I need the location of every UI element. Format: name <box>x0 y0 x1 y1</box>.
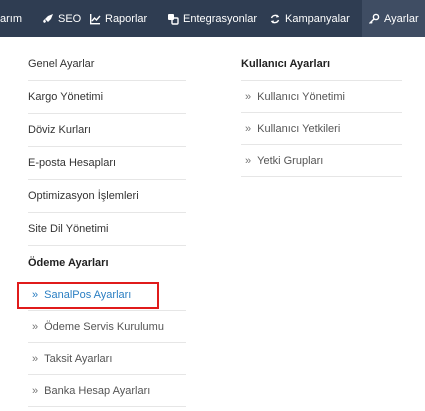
submenu-item-taksit-ayarlari[interactable]: » Taksit Ayarları <box>28 343 186 375</box>
menu-item-optimizasyon-islemleri[interactable]: Optimizasyon İşlemleri <box>28 180 186 213</box>
chevron-right-icon: » <box>245 154 252 167</box>
nav-item-entegrasyonlar[interactable]: Entegrasyonlar <box>167 0 257 37</box>
nav-item-label: SEO <box>58 12 82 25</box>
rocket-icon <box>42 13 54 25</box>
nav-item-label: Entegrasyonlar <box>183 12 257 25</box>
nav-item-label: Kampanyalar <box>285 12 350 25</box>
chevron-right-icon: » <box>32 352 39 365</box>
menu-header-kullanici-ayarlari: Kullanıcı Ayarları <box>241 48 402 81</box>
integration-icon <box>167 13 179 25</box>
submenu-item-label: Kullanıcı Yetkileri <box>257 122 341 135</box>
menu-item-genel-ayarlar[interactable]: Genel Ayarlar <box>28 48 186 81</box>
nav-item-kampanyalar[interactable]: Kampanyalar <box>269 0 350 37</box>
submenu-item-banka-hesap-ayarlari[interactable]: » Banka Hesap Ayarları <box>28 375 186 407</box>
submenu-item-label: Banka Hesap Ayarları <box>44 384 151 397</box>
chevron-right-icon: » <box>245 90 252 103</box>
menu-item-label: Genel Ayarlar <box>28 58 95 70</box>
submenu-item-label: Taksit Ayarları <box>44 352 113 365</box>
selection-highlight-box <box>17 282 159 309</box>
menu-item-label: Döviz Kurları <box>28 124 91 136</box>
settings-menu-left-column: Genel Ayarlar Kargo Yönetimi Döviz Kurla… <box>28 48 186 407</box>
menu-group-odeme-ayarlari[interactable]: Ödeme Ayarları <box>28 246 186 279</box>
key-icon <box>368 13 380 25</box>
nav-item-label: Raporlar <box>105 12 148 25</box>
nav-item-ayarlar[interactable]: Ayarlar <box>362 0 425 37</box>
menu-item-label: E-posta Hesapları <box>28 157 117 169</box>
submenu-item-label: Kullanıcı Yönetimi <box>257 90 345 103</box>
nav-item-seo[interactable]: SEO <box>42 0 81 37</box>
chevron-right-icon: » <box>32 320 39 333</box>
menu-group-label: Ödeme Ayarları <box>28 256 109 269</box>
submenu-item-odeme-servis-kurulumu[interactable]: » Ödeme Servis Kurulumu <box>28 311 186 343</box>
submenu-item-label: Ödeme Servis Kurulumu <box>44 320 164 333</box>
submenu-item-kullanici-yetkileri[interactable]: » Kullanıcı Yetkileri <box>241 113 402 145</box>
settings-menu-right-column: Kullanıcı Ayarları » Kullanıcı Yönetimi … <box>241 48 402 177</box>
menu-item-label: Kargo Yönetimi <box>28 91 104 103</box>
refresh-icon <box>269 13 281 25</box>
nav-item-label: arım <box>0 12 22 25</box>
menu-header-label: Kullanıcı Ayarları <box>241 58 331 70</box>
top-navigation-bar: arım SEO Raporlar Entegrasyonlar Kampany… <box>0 0 425 37</box>
menu-item-site-dil-yonetimi[interactable]: Site Dil Yönetimi <box>28 213 186 246</box>
submenu-item-kullanici-yonetimi[interactable]: » Kullanıcı Yönetimi <box>241 81 402 113</box>
nav-item-partial[interactable]: arım <box>0 0 22 37</box>
chart-icon <box>89 13 101 25</box>
nav-item-label: Ayarlar <box>384 12 419 25</box>
nav-item-raporlar[interactable]: Raporlar <box>89 0 147 37</box>
menu-item-doviz-kurlari[interactable]: Döviz Kurları <box>28 114 186 147</box>
menu-item-label: Site Dil Yönetimi <box>28 223 109 235</box>
chevron-right-icon: » <box>32 384 39 397</box>
menu-item-kargo-yonetimi[interactable]: Kargo Yönetimi <box>28 81 186 114</box>
submenu-item-yetki-gruplari[interactable]: » Yetki Grupları <box>241 145 402 177</box>
chevron-right-icon: » <box>245 122 252 135</box>
submenu-item-label: Yetki Grupları <box>257 154 324 167</box>
menu-item-eposta-hesaplari[interactable]: E-posta Hesapları <box>28 147 186 180</box>
menu-item-label: Optimizasyon İşlemleri <box>28 190 139 202</box>
